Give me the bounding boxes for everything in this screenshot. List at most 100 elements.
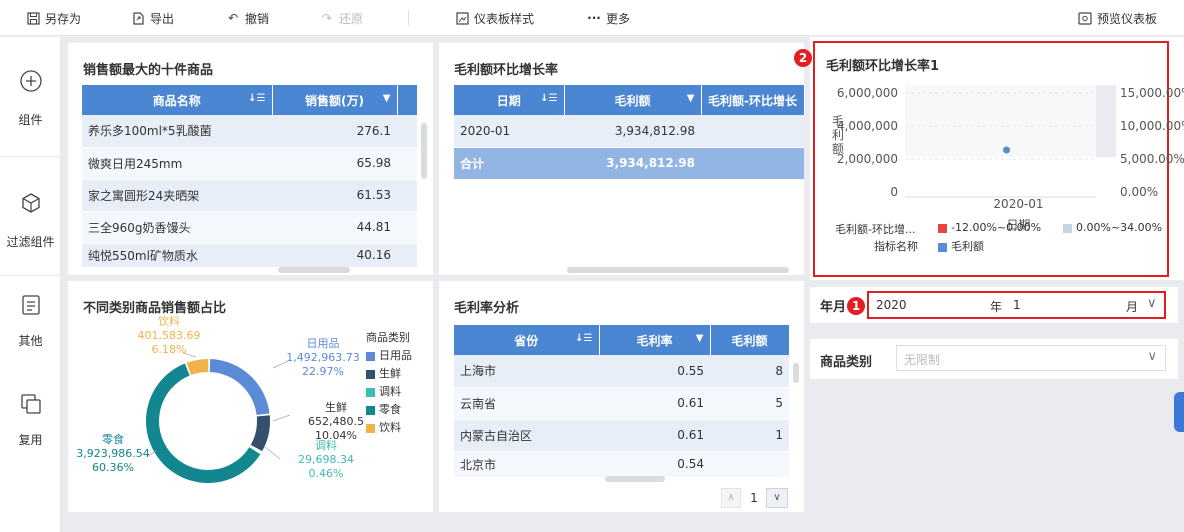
column-header-label: 毛利额-环比增长 — [708, 93, 797, 108]
table-row[interactable]: 云南省 0.61 5 — [454, 387, 789, 420]
table-row[interactable]: 纯悦550ml矿物质水 40.16 — [82, 243, 417, 268]
sidebar: 组件 过滤组件 其他 复用 — [0, 37, 61, 532]
dashboard-style-button[interactable]: 仪表板样式 — [455, 0, 534, 36]
column-header[interactable]: 毛利率 ▼ — [599, 325, 711, 355]
column-header[interactable]: 商品名称 ↓☰ — [82, 85, 273, 115]
callout-badge-1: 1 — [847, 297, 865, 315]
legend-item[interactable]: 毛利额 — [938, 238, 984, 254]
year-value: 2020 — [876, 298, 907, 312]
table-cell: 0.55 — [599, 355, 710, 388]
table-row[interactable]: 上海市 0.55 8 — [454, 355, 789, 388]
legend-item[interactable]: 饮料 — [366, 419, 401, 435]
horizontal-scrollbar[interactable] — [567, 267, 789, 273]
total-row[interactable]: 合计 3,934,812.98 — [454, 147, 804, 180]
slice-category-label: 日用品 — [307, 337, 340, 350]
legend-swatch — [366, 423, 375, 433]
column-header[interactable]: 毛利额 — [710, 325, 790, 355]
slice-percent-label: 22.97% — [302, 365, 344, 378]
horizontal-scrollbar[interactable] — [278, 267, 350, 273]
year-month-select[interactable]: 2020 年 1 月 ∨ — [867, 291, 1166, 319]
save-icon — [26, 11, 40, 25]
margin-analysis-panel[interactable]: 毛利率分析 省份 ↓☰ 毛利率 ▼ 毛利额 上海市 0.55 8 云南省 0.61 5 内蒙… — [439, 281, 804, 512]
leader-line — [264, 446, 281, 460]
sort-icon[interactable]: ↓☰ — [540, 93, 557, 104]
more-button[interactable]: ··· 更多 — [587, 0, 630, 36]
column-header[interactable]: 日期 ↓☰ — [454, 85, 565, 115]
table-row[interactable]: 家之寓圆形24夹晒架 61.53 — [82, 179, 417, 212]
panel-title: 毛利额环比增长率 — [454, 63, 559, 78]
column-header[interactable]: 毛利额-环比增长 — [701, 85, 805, 115]
chevron-down-icon: ∨ — [773, 492, 781, 503]
sort-icon[interactable]: ↓☰ — [248, 93, 265, 104]
year-month-filter[interactable]: 年月 1 2020 年 1 月 ∨ — [810, 287, 1178, 323]
sidebar-item-reuse[interactable]: 复用 — [0, 387, 61, 487]
table-row[interactable]: 三全960g奶香馒头 44.81 — [82, 211, 417, 244]
legend-swatch — [366, 369, 375, 379]
table-cell — [397, 211, 417, 244]
year-unit: 年 — [990, 300, 1003, 314]
legend-item[interactable]: 零食 — [366, 401, 401, 417]
copy-icon — [19, 392, 43, 416]
chevron-down-icon[interactable]: ∨ — [1147, 296, 1157, 311]
legend-item[interactable]: -12.00%~0.00% — [938, 221, 1041, 234]
category-share-panel[interactable]: 不同类别商品销售额占比 日用品 1,492,963.73 22.97% 生鲜 652,4… — [68, 281, 433, 512]
filter-icon[interactable]: ▼ — [383, 93, 391, 104]
slice-percent-label: 0.46% — [309, 467, 344, 480]
y-tick-label: 0 — [890, 185, 898, 199]
filter-icon[interactable]: ▼ — [687, 93, 695, 104]
sidebar-item-filter-components[interactable]: 过滤组件 — [0, 177, 61, 277]
sort-icon[interactable]: ↓☰ — [575, 333, 592, 344]
category-select[interactable]: 无限制 ∨ — [896, 345, 1166, 371]
legend-label: 零食 — [379, 403, 401, 416]
mom-chart-panel[interactable]: 毛利额环比增长率1 6,000,000 4,000,000 2,000,000 0 15… — [794, 37, 1184, 280]
save-as-button[interactable]: 另存为 — [26, 0, 81, 36]
callout-badge-2: 2 — [794, 49, 812, 67]
table-row[interactable]: 2020-01 3,934,812.98 — [454, 115, 804, 148]
legend-title: 毛利额-环比增... — [835, 223, 916, 236]
filter-icon[interactable]: ▼ — [696, 333, 704, 344]
table-row[interactable]: 养乐多100ml*5乳酸菌 276.1 — [82, 115, 417, 148]
mom-table-panel[interactable]: 毛利额环比增长率 日期 ↓☰ 毛利额 ▼ 毛利额-环比增长 2020-01 3,934… — [439, 43, 805, 275]
table-row[interactable]: 内蒙古自治区 0.61 1 — [454, 419, 789, 452]
legend-item[interactable]: 调料 — [366, 383, 401, 399]
side-panel-handle[interactable] — [1174, 392, 1184, 432]
page-up-button[interactable]: ∧ — [721, 488, 741, 508]
legend-item[interactable]: 生鲜 — [366, 365, 401, 381]
column-header-label: 省份 — [514, 333, 539, 348]
table-cell: 养乐多100ml*5乳酸菌 — [82, 115, 272, 148]
table-row[interactable]: 北京市 0.54 — [454, 451, 789, 478]
undo-button[interactable]: ↶ 撤销 — [226, 0, 269, 36]
table-row[interactable]: 微爽日用245mm 65.98 — [82, 147, 417, 180]
column-header[interactable]: 省份 ↓☰ — [454, 325, 600, 355]
horizontal-scrollbar[interactable] — [605, 476, 665, 482]
legend-item[interactable]: 日用品 — [366, 347, 412, 363]
table-cell — [397, 147, 417, 180]
chevron-down-icon[interactable]: ∨ — [1147, 349, 1157, 364]
page-down-button[interactable]: ∨ — [766, 488, 788, 508]
sidebar-divider — [0, 275, 61, 276]
vertical-scrollbar[interactable] — [793, 363, 799, 383]
slice-value-label: 1,492,963.73 — [286, 351, 359, 364]
sidebar-divider — [0, 156, 61, 157]
mom-combo-chart[interactable]: 6,000,000 4,000,000 2,000,000 0 15,000.00% 10… — [810, 37, 1184, 277]
table-cell — [397, 179, 417, 212]
column-header[interactable]: 毛利额 ▼ — [564, 85, 702, 115]
category-filter[interactable]: 商品类别 无限制 ∨ — [810, 339, 1178, 379]
sidebar-item-components[interactable]: 组件 — [0, 57, 61, 157]
top10-products-panel[interactable]: 销售额最大的十件商品 商品名称 ↓☰ 销售额(万) ▼ 养乐多100ml*5乳酸菌 2… — [68, 43, 433, 275]
export-button[interactable]: 导出 — [131, 0, 174, 36]
preview-dashboard-button[interactable]: 预览仪表板 — [1078, 0, 1157, 36]
toolbar-divider — [408, 10, 409, 26]
sidebar-item-other[interactable]: 其他 — [0, 287, 61, 387]
toolbar: 另存为 导出 ↶ 撤销 ↷ 还原 仪表板样式 ··· 更多 预览仪表板 — [0, 0, 1184, 36]
redo-button[interactable]: ↷ 还原 — [320, 0, 363, 36]
redo-label: 还原 — [339, 11, 364, 26]
palette-icon — [455, 11, 469, 25]
legend-label: 0.00%~34.00% — [1076, 221, 1163, 234]
vertical-scrollbar[interactable] — [421, 123, 427, 179]
slice-category-label: 饮料 — [158, 314, 180, 328]
indicator-title: 指标名称 — [874, 240, 918, 253]
legend-swatch — [366, 387, 375, 397]
column-header[interactable]: 销售额(万) ▼ — [272, 85, 398, 115]
legend-item[interactable]: 0.00%~34.00% — [1063, 221, 1162, 234]
